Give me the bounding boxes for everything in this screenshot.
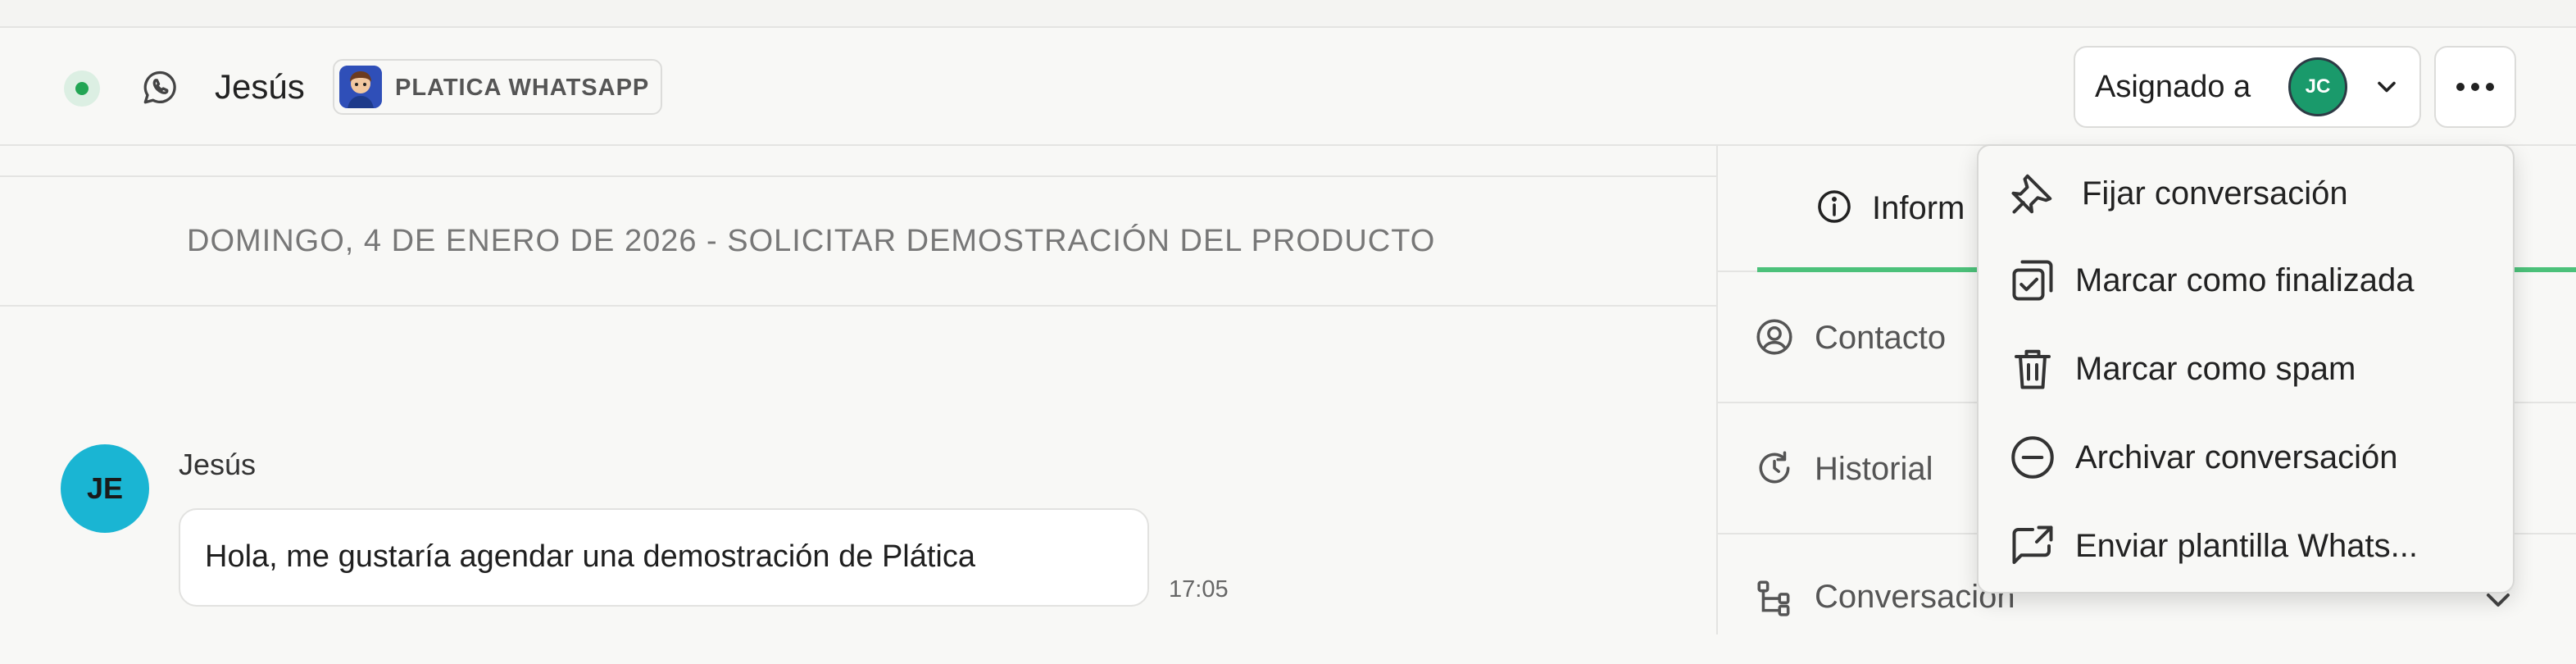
channel-badge-label: PLATICA WHATSAPP — [395, 75, 650, 101]
section-contact-label: Contacto — [1815, 320, 1947, 356]
sender-avatar: JE — [61, 444, 149, 533]
top-strip — [0, 0, 2576, 28]
menu-item-spam-label: Marcar como spam — [2075, 351, 2356, 387]
trash-icon — [2008, 344, 2057, 393]
chat-scroll-top — [0, 146, 1716, 177]
assign-label: Asignado a — [2095, 70, 2251, 104]
menu-item-pin-label: Fijar conversación — [2082, 175, 2348, 211]
whatsapp-icon — [139, 67, 180, 108]
pin-icon — [2008, 169, 2057, 218]
contact-name: Jesús — [215, 67, 305, 106]
channel-avatar-icon — [339, 66, 382, 108]
online-dot — [75, 82, 89, 95]
message-time: 17:05 — [1169, 576, 1229, 603]
assignee-avatar: JC — [2288, 57, 2347, 116]
info-icon — [1815, 187, 1854, 226]
chevron-down-icon[interactable] — [2372, 72, 2401, 102]
tab-information[interactable]: Inform — [1872, 189, 1965, 228]
section-history-label: Historial — [1815, 451, 1933, 487]
message-text: Hola, me gustaría agendar una demostraci… — [205, 539, 975, 574]
flow-icon — [1754, 577, 1795, 618]
date-banner-text: DOMINGO, 4 DE ENERO DE 2026 - SOLICITAR … — [187, 224, 1436, 258]
check-square-icon — [2008, 256, 2057, 305]
history-icon — [1754, 448, 1795, 489]
more-horizontal-icon — [2454, 77, 2496, 97]
menu-item-finalize-label: Marcar como finalizada — [2075, 262, 2415, 298]
share-message-icon — [2008, 521, 2057, 571]
message-sender: Jesús — [179, 448, 257, 481]
minus-circle-icon — [2008, 433, 2057, 482]
menu-item-archive-label: Archivar conversación — [2075, 439, 2398, 475]
user-circle-icon — [1754, 316, 1795, 357]
menu-item-send-template-label: Enviar plantilla Whats... — [2075, 528, 2418, 564]
